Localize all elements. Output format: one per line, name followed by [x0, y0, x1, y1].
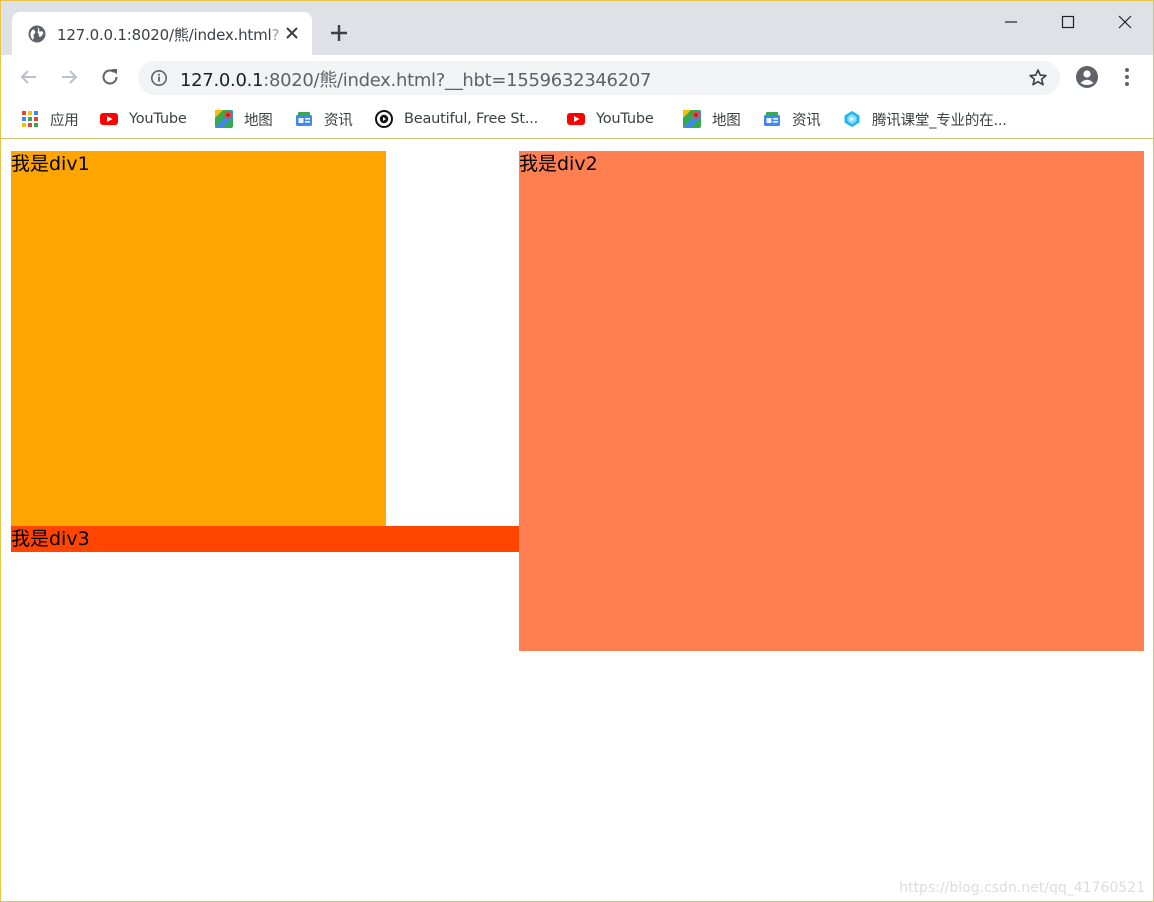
- bookmark-label: YouTube: [129, 111, 187, 127]
- news-icon: [296, 112, 312, 126]
- bookmark-youtube[interactable]: YouTube: [100, 108, 187, 130]
- tab-strip: 127.0.0.1:8020/熊/index.html?_: [1, 1, 1153, 55]
- bookmark-unsplash[interactable]: Beautiful, Free St...: [375, 108, 538, 130]
- bookmark-label: 资讯: [324, 112, 353, 129]
- bookmark-label: 地图: [244, 112, 273, 129]
- back-arrow-icon[interactable]: [17, 65, 41, 89]
- youtube-icon: [100, 113, 118, 125]
- bookmark-label: YouTube: [596, 111, 654, 127]
- bookmark-maps[interactable]: 地图: [215, 108, 273, 130]
- bookmark-youtube-2[interactable]: YouTube: [567, 108, 654, 130]
- tab-title: 127.0.0.1:8020/熊/index.html?_: [57, 24, 279, 45]
- toolbar: 127.0.0.1:8020/熊/index.html?__hbt=155963…: [1, 55, 1153, 99]
- bookmarks-bar: 应用 YouTube 地图 资讯 Beautiful, Free St... Y…: [1, 99, 1153, 139]
- maximize-icon[interactable]: [1055, 9, 1081, 35]
- bookmark-label: Beautiful, Free St...: [404, 111, 539, 127]
- div1-label: 我是div1: [11, 153, 90, 175]
- bookmark-apps[interactable]: 应用: [21, 108, 79, 130]
- tab-title-fade: ?_: [271, 26, 279, 44]
- youtube-icon: [567, 113, 585, 125]
- bookmark-news-2[interactable]: 资讯: [763, 108, 821, 130]
- apps-grid-icon: [22, 111, 38, 127]
- new-tab-icon[interactable]: [328, 22, 350, 44]
- watermark: https://blog.csdn.net/qq_41760521: [899, 880, 1145, 896]
- news-icon: [764, 112, 780, 126]
- div1-box: 我是div1: [11, 151, 386, 526]
- bookmark-label: 地图: [712, 112, 741, 129]
- forward-arrow-icon[interactable]: [57, 65, 81, 89]
- bookmark-star-icon[interactable]: [1028, 68, 1048, 88]
- browser-window: 127.0.0.1:8020/熊/index.html?_: [0, 0, 1154, 902]
- address-bar[interactable]: 127.0.0.1:8020/熊/index.html?__hbt=155963…: [138, 61, 1060, 95]
- page-viewport: 我是div1 我是div2 我是div3 https://blog.csdn.n…: [1, 140, 1153, 901]
- window-close-icon[interactable]: [1112, 9, 1138, 35]
- div3-box: 我是div3: [11, 526, 519, 552]
- maps-icon: [215, 110, 233, 128]
- reload-icon[interactable]: [98, 65, 122, 89]
- div2-label: 我是div2: [519, 153, 598, 175]
- profile-avatar-icon[interactable]: [1075, 65, 1099, 89]
- more-menu-icon[interactable]: [1117, 65, 1137, 89]
- url-text[interactable]: 127.0.0.1:8020/熊/index.html?__hbt=155963…: [180, 66, 651, 92]
- div3-label: 我是div3: [11, 528, 90, 550]
- bookmark-label: 应用: [50, 112, 79, 129]
- tab-active[interactable]: 127.0.0.1:8020/熊/index.html?_: [12, 12, 312, 55]
- tab-title-text: 127.0.0.1:8020/熊/index.html: [57, 26, 272, 44]
- globe-icon: [28, 25, 46, 43]
- url-path: :8020/熊/index.html?__hbt=1559632346207: [263, 70, 652, 91]
- tencent-classroom-icon: [844, 111, 860, 127]
- div2-box: 我是div2: [519, 151, 1144, 651]
- bookmark-tencent-classroom[interactable]: 腾讯课堂_专业的在...: [843, 108, 1007, 130]
- maps-icon: [683, 110, 701, 128]
- info-icon[interactable]: [150, 69, 168, 87]
- bookmark-label: 资讯: [792, 112, 821, 129]
- close-icon[interactable]: [283, 24, 301, 42]
- bookmark-label: 腾讯课堂_专业的在...: [872, 112, 1007, 129]
- minimize-icon[interactable]: [998, 9, 1024, 35]
- bookmark-maps-2[interactable]: 地图: [683, 108, 741, 130]
- bookmark-news[interactable]: 资讯: [295, 108, 353, 130]
- url-host: 127.0.0.1: [180, 70, 264, 91]
- unsplash-icon: [375, 110, 393, 128]
